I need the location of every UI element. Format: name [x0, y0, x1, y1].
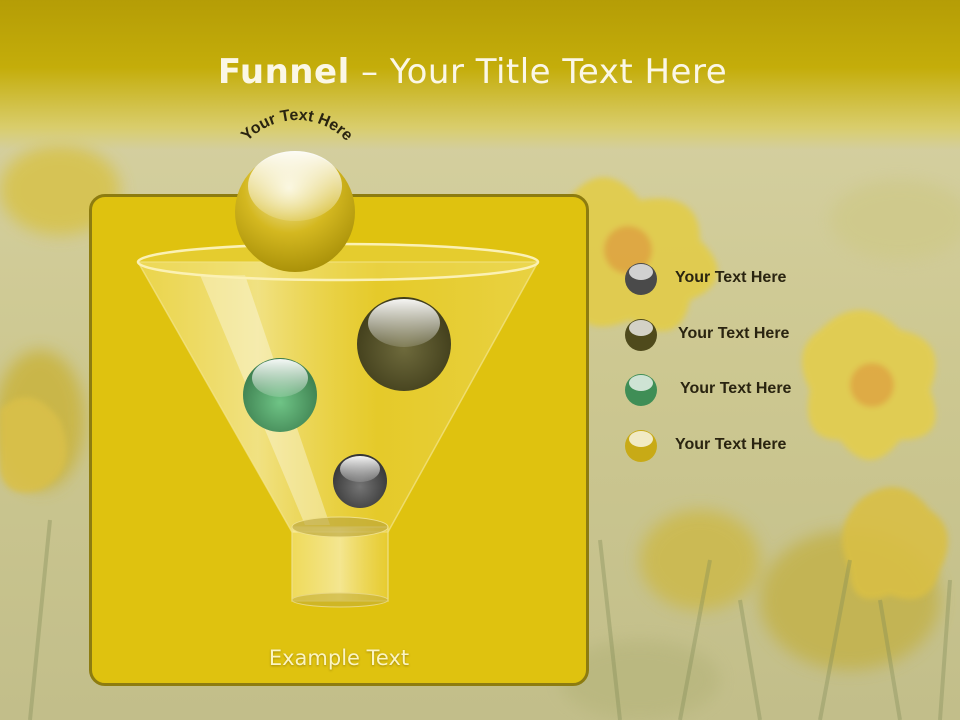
example-text: Example Text — [268, 646, 410, 670]
funnel-graphic: Your Text Here — [136, 107, 540, 608]
funnel-spout — [291, 526, 389, 602]
legend-ball-icon — [625, 430, 657, 462]
spout-bottom — [291, 592, 389, 608]
legend-label: Your Text Here — [678, 325, 790, 342]
legend-item-3: Your Text Here — [624, 372, 824, 408]
legend-ball-icon — [625, 319, 657, 351]
legend-ball-icon — [625, 263, 657, 295]
legend-item-4: Your Text Here — [624, 428, 824, 464]
grey-ball-shine — [340, 456, 380, 482]
legend-item-2: Your Text Here — [624, 317, 824, 353]
legend-label: Your Text Here — [675, 269, 787, 286]
spout-top — [291, 516, 389, 538]
green-ball-shine — [252, 359, 308, 397]
legend-label: Your Text Here — [680, 380, 792, 397]
top-ball-shine — [248, 151, 342, 221]
legend-ball-icon — [625, 374, 657, 406]
legend-label: Your Text Here — [675, 436, 787, 453]
dark-ball-shine — [368, 299, 440, 347]
arc-label: Your Text Here — [238, 107, 356, 145]
legend-item-1: Your Text Here — [624, 261, 824, 297]
